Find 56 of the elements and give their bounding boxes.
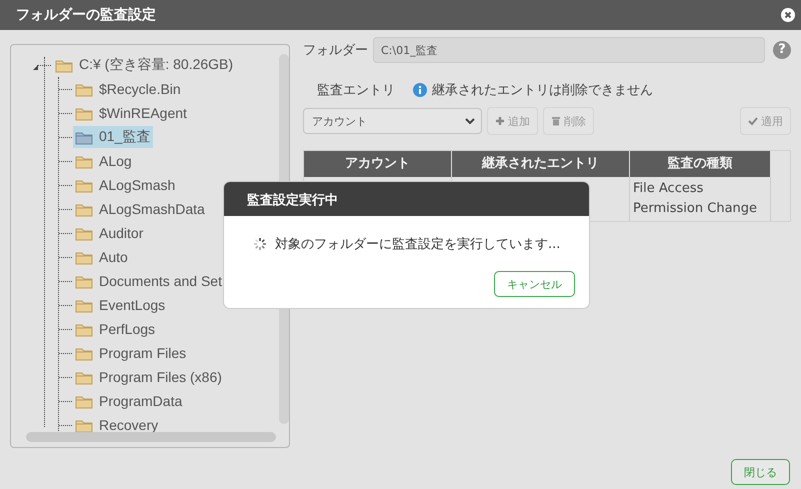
column-header: 継承されたエントリ xyxy=(452,151,630,177)
spinner-icon xyxy=(253,237,267,251)
cancel-button[interactable]: キャンセル xyxy=(494,271,575,297)
folder-icon xyxy=(75,322,93,336)
chevron-down-icon xyxy=(465,118,475,124)
folder-icon xyxy=(75,82,93,96)
tree-item[interactable]: ALogSmashData xyxy=(73,198,208,220)
folder-icon xyxy=(75,226,93,240)
folder-icon xyxy=(75,106,93,120)
folder-icon xyxy=(75,130,93,144)
folder-icon xyxy=(75,202,93,216)
tree-item[interactable]: Documents and Set xyxy=(73,270,225,292)
folder-icon xyxy=(75,250,93,264)
tree-item[interactable]: Auditor xyxy=(73,222,146,244)
folder-icon xyxy=(75,154,93,168)
tree-item[interactable]: 01_監査 xyxy=(73,126,154,148)
tree-item[interactable]: Auto xyxy=(73,246,131,268)
tree-item[interactable]: Program Files (x86) xyxy=(73,366,225,388)
info-text: 継承されたエントリは削除できません xyxy=(432,82,653,99)
tree-item[interactable]: C:¥ (空き容量: 80.26GB) xyxy=(53,54,236,76)
folder-field[interactable]: C:\01_監査 xyxy=(373,37,765,63)
tree-item[interactable]: ProgramData xyxy=(73,390,186,412)
tree-item[interactable]: $Recycle.Bin xyxy=(73,78,184,100)
folder-icon xyxy=(75,178,93,192)
folder-icon xyxy=(75,418,93,432)
folder-icon xyxy=(75,370,93,384)
dialog-message: 対象のフォルダーに監査設定を実行しています... xyxy=(275,236,560,253)
folder-label: フォルダー xyxy=(303,42,368,59)
folder-icon xyxy=(75,346,93,360)
tree-item[interactable]: Recovery xyxy=(73,414,162,433)
scrollbar[interactable] xyxy=(26,432,276,442)
section-label: 監査エントリ xyxy=(317,82,395,99)
close-button[interactable]: 閉じる xyxy=(731,459,790,485)
folder-icon xyxy=(75,274,93,288)
dialog-title: 監査設定実行中 xyxy=(224,182,589,216)
tree-item[interactable]: ALog xyxy=(73,150,135,172)
info-icon xyxy=(413,83,427,97)
tree-item[interactable]: Program Files xyxy=(73,342,190,364)
account-select[interactable]: アカウント xyxy=(303,108,482,134)
folder-icon xyxy=(75,298,93,312)
tree-item[interactable]: EventLogs xyxy=(73,294,168,316)
tree-item[interactable]: $WinREAgent xyxy=(73,102,190,124)
trash-icon xyxy=(551,116,561,126)
folder-icon xyxy=(75,394,93,408)
close-button[interactable] xyxy=(781,8,795,22)
folder-icon xyxy=(55,58,73,72)
table-cell: File Access Permission Change xyxy=(630,177,771,221)
help-button[interactable]: ? xyxy=(773,41,791,59)
window-title: フォルダーの監査設定 xyxy=(16,6,156,24)
tree-item[interactable]: ALogSmash xyxy=(73,174,178,196)
plus-icon xyxy=(495,116,505,126)
expand-icon[interactable] xyxy=(33,65,38,70)
tree-item[interactable]: PerfLogs xyxy=(73,318,158,340)
column-header: アカウント xyxy=(304,151,452,177)
column-header: 監査の種類 xyxy=(630,151,771,177)
check-icon xyxy=(748,116,758,126)
